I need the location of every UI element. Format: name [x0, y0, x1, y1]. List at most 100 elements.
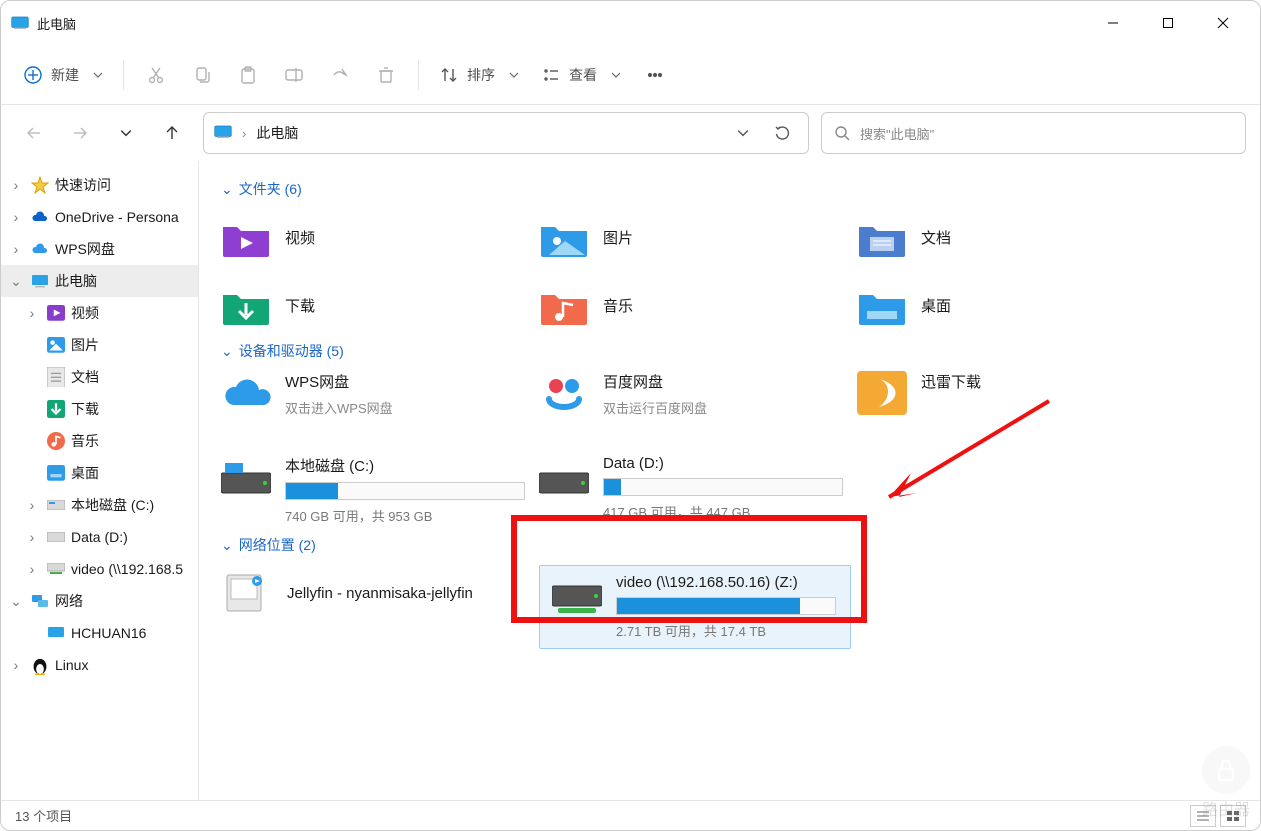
download-icon: [47, 400, 65, 418]
sidebar-downloads[interactable]: 下载: [1, 393, 198, 425]
sidebar-localdisk-c[interactable]: ›本地磁盘 (C:): [1, 489, 198, 521]
delete-button[interactable]: [364, 54, 408, 96]
device-baidu[interactable]: 百度网盘双击运行百度网盘: [539, 371, 857, 443]
maximize-button[interactable]: [1140, 1, 1195, 45]
sidebar-music[interactable]: 音乐: [1, 425, 198, 457]
annotation-arrow: [869, 401, 1059, 514]
folder-desktop[interactable]: 桌面: [857, 277, 1175, 333]
device-wps[interactable]: WPS网盘双击进入WPS网盘: [221, 371, 539, 443]
folder-documents[interactable]: 文档: [857, 209, 1175, 265]
sidebar-data-d[interactable]: ›Data (D:): [1, 521, 198, 553]
view-label: 查看: [569, 65, 597, 85]
share-button[interactable]: [318, 54, 362, 96]
folder-pictures[interactable]: 图片: [539, 209, 857, 265]
penguin-icon: [31, 656, 49, 674]
sidebar-videos[interactable]: ›视频: [1, 297, 198, 329]
music-icon: [47, 432, 65, 450]
status-bar: 13 个项目: [1, 800, 1260, 830]
section-devices[interactable]: ⌄ 设备和驱动器 (5): [221, 341, 1238, 361]
sidebar-network[interactable]: ⌄网络: [1, 585, 198, 617]
sidebar-pictures[interactable]: 图片: [1, 329, 198, 361]
network-icon: [31, 592, 49, 610]
sidebar-onedrive[interactable]: ›OneDrive - Persona: [1, 201, 198, 233]
cut-button[interactable]: [134, 54, 178, 96]
drive-c-usage-bar: [285, 482, 525, 500]
netloc-jellyfin[interactable]: Jellyfin - nyanmisaka-jellyfin: [221, 565, 539, 621]
paste-button[interactable]: [226, 54, 270, 96]
copy-button[interactable]: [180, 54, 224, 96]
refresh-button[interactable]: [768, 118, 798, 148]
search-placeholder: 搜索"此电脑": [860, 124, 934, 143]
address-row: › 此电脑 搜索"此电脑": [1, 105, 1260, 161]
sidebar-wps[interactable]: ›WPS网盘: [1, 233, 198, 265]
chevron-right-icon[interactable]: ›: [23, 561, 41, 577]
chevron-down-icon[interactable]: ⌄: [7, 273, 25, 290]
sidebar-video-z[interactable]: ›video (\\192.168.5: [1, 553, 198, 585]
sidebar-desktop[interactable]: 桌面: [1, 457, 198, 489]
netdrive-icon: [47, 560, 65, 578]
cloud-icon: [31, 240, 49, 258]
forward-button[interactable]: [67, 120, 93, 146]
content-pane: ⌄ 文件夹 (6) 视频 图片 文档 下载 音乐 桌面 ⌄ 设备和驱动器 (5)…: [199, 161, 1260, 800]
drive-d-usage-bar: [603, 478, 843, 496]
rename-button[interactable]: [272, 54, 316, 96]
baidu-icon: [539, 371, 589, 415]
cloud-icon: [31, 208, 49, 226]
chevron-down-icon: ⌄: [221, 181, 233, 198]
item-count: 13 个项目: [15, 806, 72, 825]
recent-button[interactable]: [113, 120, 139, 146]
pictures-folder-icon: [539, 217, 589, 257]
wps-cloud-icon: [221, 371, 271, 415]
window-title: 此电脑: [37, 14, 76, 33]
more-button[interactable]: [633, 54, 677, 96]
chevron-right-icon[interactable]: ›: [7, 209, 25, 225]
new-label: 新建: [51, 65, 79, 85]
search-icon: [834, 125, 850, 141]
chevron-right-icon: ›: [242, 126, 246, 141]
documents-folder-icon: [857, 217, 907, 257]
folder-downloads[interactable]: 下载: [221, 277, 539, 333]
chevron-down-icon[interactable]: ⌄: [7, 593, 25, 610]
drive-c-fill: [286, 483, 338, 499]
chevron-right-icon[interactable]: ›: [23, 529, 41, 545]
desktop-icon: [47, 464, 65, 482]
chevron-right-icon[interactable]: ›: [23, 497, 41, 513]
watermark: 路由器: [1202, 746, 1250, 820]
back-button[interactable]: [21, 120, 47, 146]
sidebar-linux[interactable]: ›Linux: [1, 649, 198, 681]
picture-icon: [47, 336, 65, 354]
folder-music[interactable]: 音乐: [539, 277, 857, 333]
drive-c[interactable]: 本地磁盘 (C:) 740 GB 可用，共 953 GB: [221, 455, 539, 527]
video-icon: [47, 304, 65, 322]
drive-icon: [221, 455, 271, 499]
sidebar-hchuan16[interactable]: HCHUAN16: [1, 617, 198, 649]
chevron-right-icon[interactable]: ›: [7, 657, 25, 673]
drive-icon: [47, 496, 65, 514]
view-button[interactable]: 查看: [531, 54, 631, 96]
breadcrumb[interactable]: 此电脑: [256, 123, 298, 143]
addr-dropdown-button[interactable]: [728, 118, 758, 148]
chevron-right-icon[interactable]: ›: [7, 241, 25, 257]
up-button[interactable]: [159, 120, 185, 146]
sidebar-thispc[interactable]: ⌄此电脑: [1, 265, 198, 297]
title-bar: 此电脑: [1, 1, 1260, 45]
sort-button[interactable]: 排序: [429, 54, 529, 96]
computer-icon: [31, 272, 49, 290]
chevron-down-icon: ⌄: [221, 537, 233, 554]
sidebar-documents[interactable]: 文档: [1, 361, 198, 393]
chevron-down-icon: ⌄: [221, 343, 233, 360]
chevron-right-icon[interactable]: ›: [23, 305, 41, 321]
address-bar[interactable]: › 此电脑: [203, 112, 809, 154]
folder-videos[interactable]: 视频: [221, 209, 539, 265]
close-button[interactable]: [1195, 1, 1250, 45]
separator: [418, 60, 419, 90]
minimize-button[interactable]: [1085, 1, 1140, 45]
sidebar-quick-access[interactable]: ›快速访问: [1, 169, 198, 201]
chevron-right-icon[interactable]: ›: [7, 177, 25, 193]
section-folders[interactable]: ⌄ 文件夹 (6): [221, 179, 1238, 199]
computer-icon: [47, 624, 65, 642]
new-button[interactable]: 新建: [13, 54, 113, 96]
drive-d-fill: [604, 479, 621, 495]
drive-icon: [47, 528, 65, 546]
search-box[interactable]: 搜索"此电脑": [821, 112, 1246, 154]
